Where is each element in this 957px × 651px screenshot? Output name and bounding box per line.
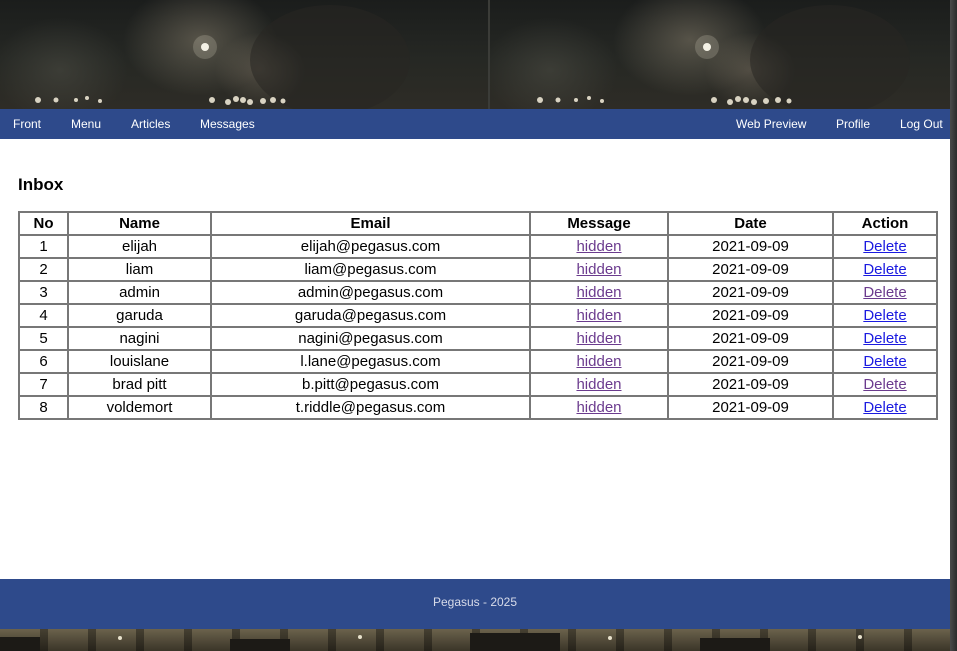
- column-header-email: Email: [211, 212, 530, 235]
- banner-photo-left: [0, 0, 488, 109]
- message-hidden-link[interactable]: hidden: [576, 284, 621, 301]
- cell-action: Delete: [833, 235, 937, 258]
- cell-email: garuda@pegasus.com: [211, 304, 530, 327]
- cell-message: hidden: [530, 235, 668, 258]
- page: Front Menu Articles Messages Web Preview…: [0, 0, 950, 651]
- delete-link[interactable]: Delete: [863, 238, 906, 255]
- page-title: Inbox: [18, 175, 64, 194]
- cell-name: elijah: [68, 235, 211, 258]
- cell-no: 4: [19, 304, 68, 327]
- nav-link-menu[interactable]: Menu: [71, 109, 101, 139]
- footer-copyright-text: Pegasus - 2025: [432, 595, 518, 609]
- cell-date: 2021-09-09: [668, 235, 833, 258]
- cell-email: b.pitt@pegasus.com: [211, 373, 530, 396]
- cell-name: brad pitt: [68, 373, 211, 396]
- delete-link[interactable]: Delete: [863, 307, 906, 324]
- cell-message: hidden: [530, 327, 668, 350]
- cell-name: voldemort: [68, 396, 211, 419]
- header-banner-image: [0, 0, 950, 109]
- table-row: 6 louislane l.lane@pegasus.com hidden 20…: [19, 350, 937, 373]
- cell-name: nagini: [68, 327, 211, 350]
- cell-email: nagini@pegasus.com: [211, 327, 530, 350]
- cell-action: Delete: [833, 281, 937, 304]
- cell-message: hidden: [530, 396, 668, 419]
- cell-action: Delete: [833, 304, 937, 327]
- cell-message: hidden: [530, 258, 668, 281]
- column-header-action: Action: [833, 212, 937, 235]
- cell-email: elijah@pegasus.com: [211, 235, 530, 258]
- cell-no: 5: [19, 327, 68, 350]
- nav-link-web-preview[interactable]: Web Preview: [736, 109, 806, 139]
- nav-link-profile[interactable]: Profile: [836, 109, 870, 139]
- cell-date: 2021-09-09: [668, 327, 833, 350]
- table-row: 8 voldemort t.riddle@pegasus.com hidden …: [19, 396, 937, 419]
- nav-link-front[interactable]: Front: [13, 109, 41, 139]
- cell-message: hidden: [530, 281, 668, 304]
- table-row: 4 garuda garuda@pegasus.com hidden 2021-…: [19, 304, 937, 327]
- table-row: 5 nagini nagini@pegasus.com hidden 2021-…: [19, 327, 937, 350]
- window-edge: [950, 0, 957, 651]
- cell-email: admin@pegasus.com: [211, 281, 530, 304]
- table-row: 1 elijah elijah@pegasus.com hidden 2021-…: [19, 235, 937, 258]
- cell-no: 3: [19, 281, 68, 304]
- cell-date: 2021-09-09: [668, 258, 833, 281]
- cell-no: 7: [19, 373, 68, 396]
- cell-action: Delete: [833, 373, 937, 396]
- banner-photo-right: [488, 0, 950, 109]
- delete-link[interactable]: Delete: [863, 330, 906, 347]
- delete-link[interactable]: Delete: [863, 353, 906, 370]
- table-row: 7 brad pitt b.pitt@pegasus.com hidden 20…: [19, 373, 937, 396]
- footer-background-image: [0, 629, 950, 651]
- cell-email: t.riddle@pegasus.com: [211, 396, 530, 419]
- delete-link[interactable]: Delete: [863, 376, 906, 393]
- cell-no: 1: [19, 235, 68, 258]
- cell-name: garuda: [68, 304, 211, 327]
- message-hidden-link[interactable]: hidden: [576, 238, 621, 255]
- message-hidden-link[interactable]: hidden: [576, 330, 621, 347]
- cell-no: 6: [19, 350, 68, 373]
- table-row: 2 liam liam@pegasus.com hidden 2021-09-0…: [19, 258, 937, 281]
- nav-link-messages[interactable]: Messages: [200, 109, 255, 139]
- column-header-no: No: [19, 212, 68, 235]
- cell-name: louislane: [68, 350, 211, 373]
- cell-date: 2021-09-09: [668, 350, 833, 373]
- cell-message: hidden: [530, 373, 668, 396]
- cell-message: hidden: [530, 304, 668, 327]
- table-header-row: No Name Email Message Date Action: [19, 212, 937, 235]
- delete-link[interactable]: Delete: [863, 284, 906, 301]
- cell-action: Delete: [833, 258, 937, 281]
- cell-no: 8: [19, 396, 68, 419]
- column-header-message: Message: [530, 212, 668, 235]
- column-header-name: Name: [68, 212, 211, 235]
- delete-link[interactable]: Delete: [863, 399, 906, 416]
- cell-date: 2021-09-09: [668, 373, 833, 396]
- cell-email: l.lane@pegasus.com: [211, 350, 530, 373]
- message-hidden-link[interactable]: hidden: [576, 307, 621, 324]
- cell-no: 2: [19, 258, 68, 281]
- cell-date: 2021-09-09: [668, 396, 833, 419]
- cell-date: 2021-09-09: [668, 304, 833, 327]
- message-hidden-link[interactable]: hidden: [576, 399, 621, 416]
- page-footer: Pegasus - 2025: [0, 579, 950, 629]
- message-hidden-link[interactable]: hidden: [576, 261, 621, 278]
- column-header-date: Date: [668, 212, 833, 235]
- cell-email: liam@pegasus.com: [211, 258, 530, 281]
- cell-action: Delete: [833, 396, 937, 419]
- table-row: 3 admin admin@pegasus.com hidden 2021-09…: [19, 281, 937, 304]
- nav-link-log-out[interactable]: Log Out: [900, 109, 943, 139]
- delete-link[interactable]: Delete: [863, 261, 906, 278]
- cell-name: admin: [68, 281, 211, 304]
- cell-action: Delete: [833, 327, 937, 350]
- inbox-table: No Name Email Message Date Action 1 elij…: [18, 211, 938, 420]
- cell-date: 2021-09-09: [668, 281, 833, 304]
- top-navigation-bar: Front Menu Articles Messages Web Preview…: [0, 109, 950, 139]
- cell-action: Delete: [833, 350, 937, 373]
- nav-link-articles[interactable]: Articles: [131, 109, 170, 139]
- cell-message: hidden: [530, 350, 668, 373]
- message-hidden-link[interactable]: hidden: [576, 376, 621, 393]
- message-hidden-link[interactable]: hidden: [576, 353, 621, 370]
- cell-name: liam: [68, 258, 211, 281]
